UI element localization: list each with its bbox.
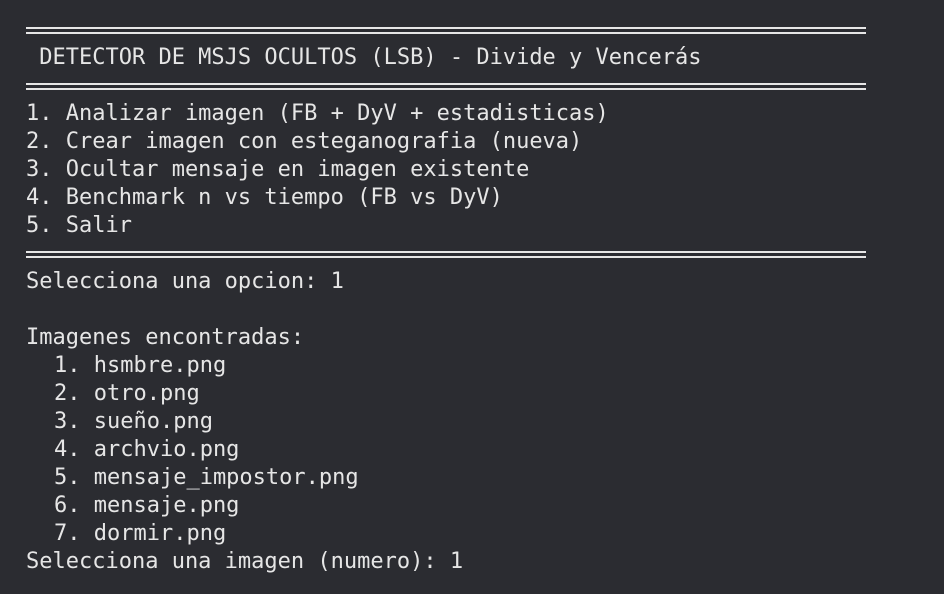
menu-option-hide: 3. Ocultar mensaje en imagen existente	[26, 157, 530, 182]
image-list-item: 7. dormir.png	[54, 521, 227, 546]
separator-line-menu	[26, 240, 944, 268]
menu-option-benchmark: 4. Benchmark n vs tiempo (FB vs DyV)	[26, 185, 503, 210]
image-list-item: 5. mensaje_impostor.png	[54, 465, 359, 490]
separator-line-header	[26, 72, 944, 100]
menu-option-analyze: 1. Analizar imagen (FB + DyV + estadisti…	[26, 101, 609, 126]
separator-line-top	[26, 16, 944, 44]
option-prompt: Selecciona una opcion: 1	[26, 269, 344, 294]
image-list-item: 1. hsmbre.png	[54, 353, 227, 378]
menu-option-create: 2. Crear imagen con esteganografia (nuev…	[26, 129, 583, 154]
image-list-item: 3. sueño.png	[54, 409, 213, 434]
terminal-window[interactable]: DETECTOR DE MSJS OCULTOS (LSB) - Divide …	[0, 0, 944, 594]
image-list-item: 6. mensaje.png	[54, 493, 240, 518]
menu-option-exit: 5. Salir	[26, 213, 132, 238]
images-heading: Imagenes encontradas:	[26, 325, 305, 350]
image-list-item: 4. archvio.png	[54, 437, 240, 462]
image-list-item: 2. otro.png	[54, 381, 200, 406]
header-title: DETECTOR DE MSJS OCULTOS (LSB) - Divide …	[26, 45, 702, 70]
image-prompt: Selecciona una imagen (numero): 1	[26, 549, 464, 574]
